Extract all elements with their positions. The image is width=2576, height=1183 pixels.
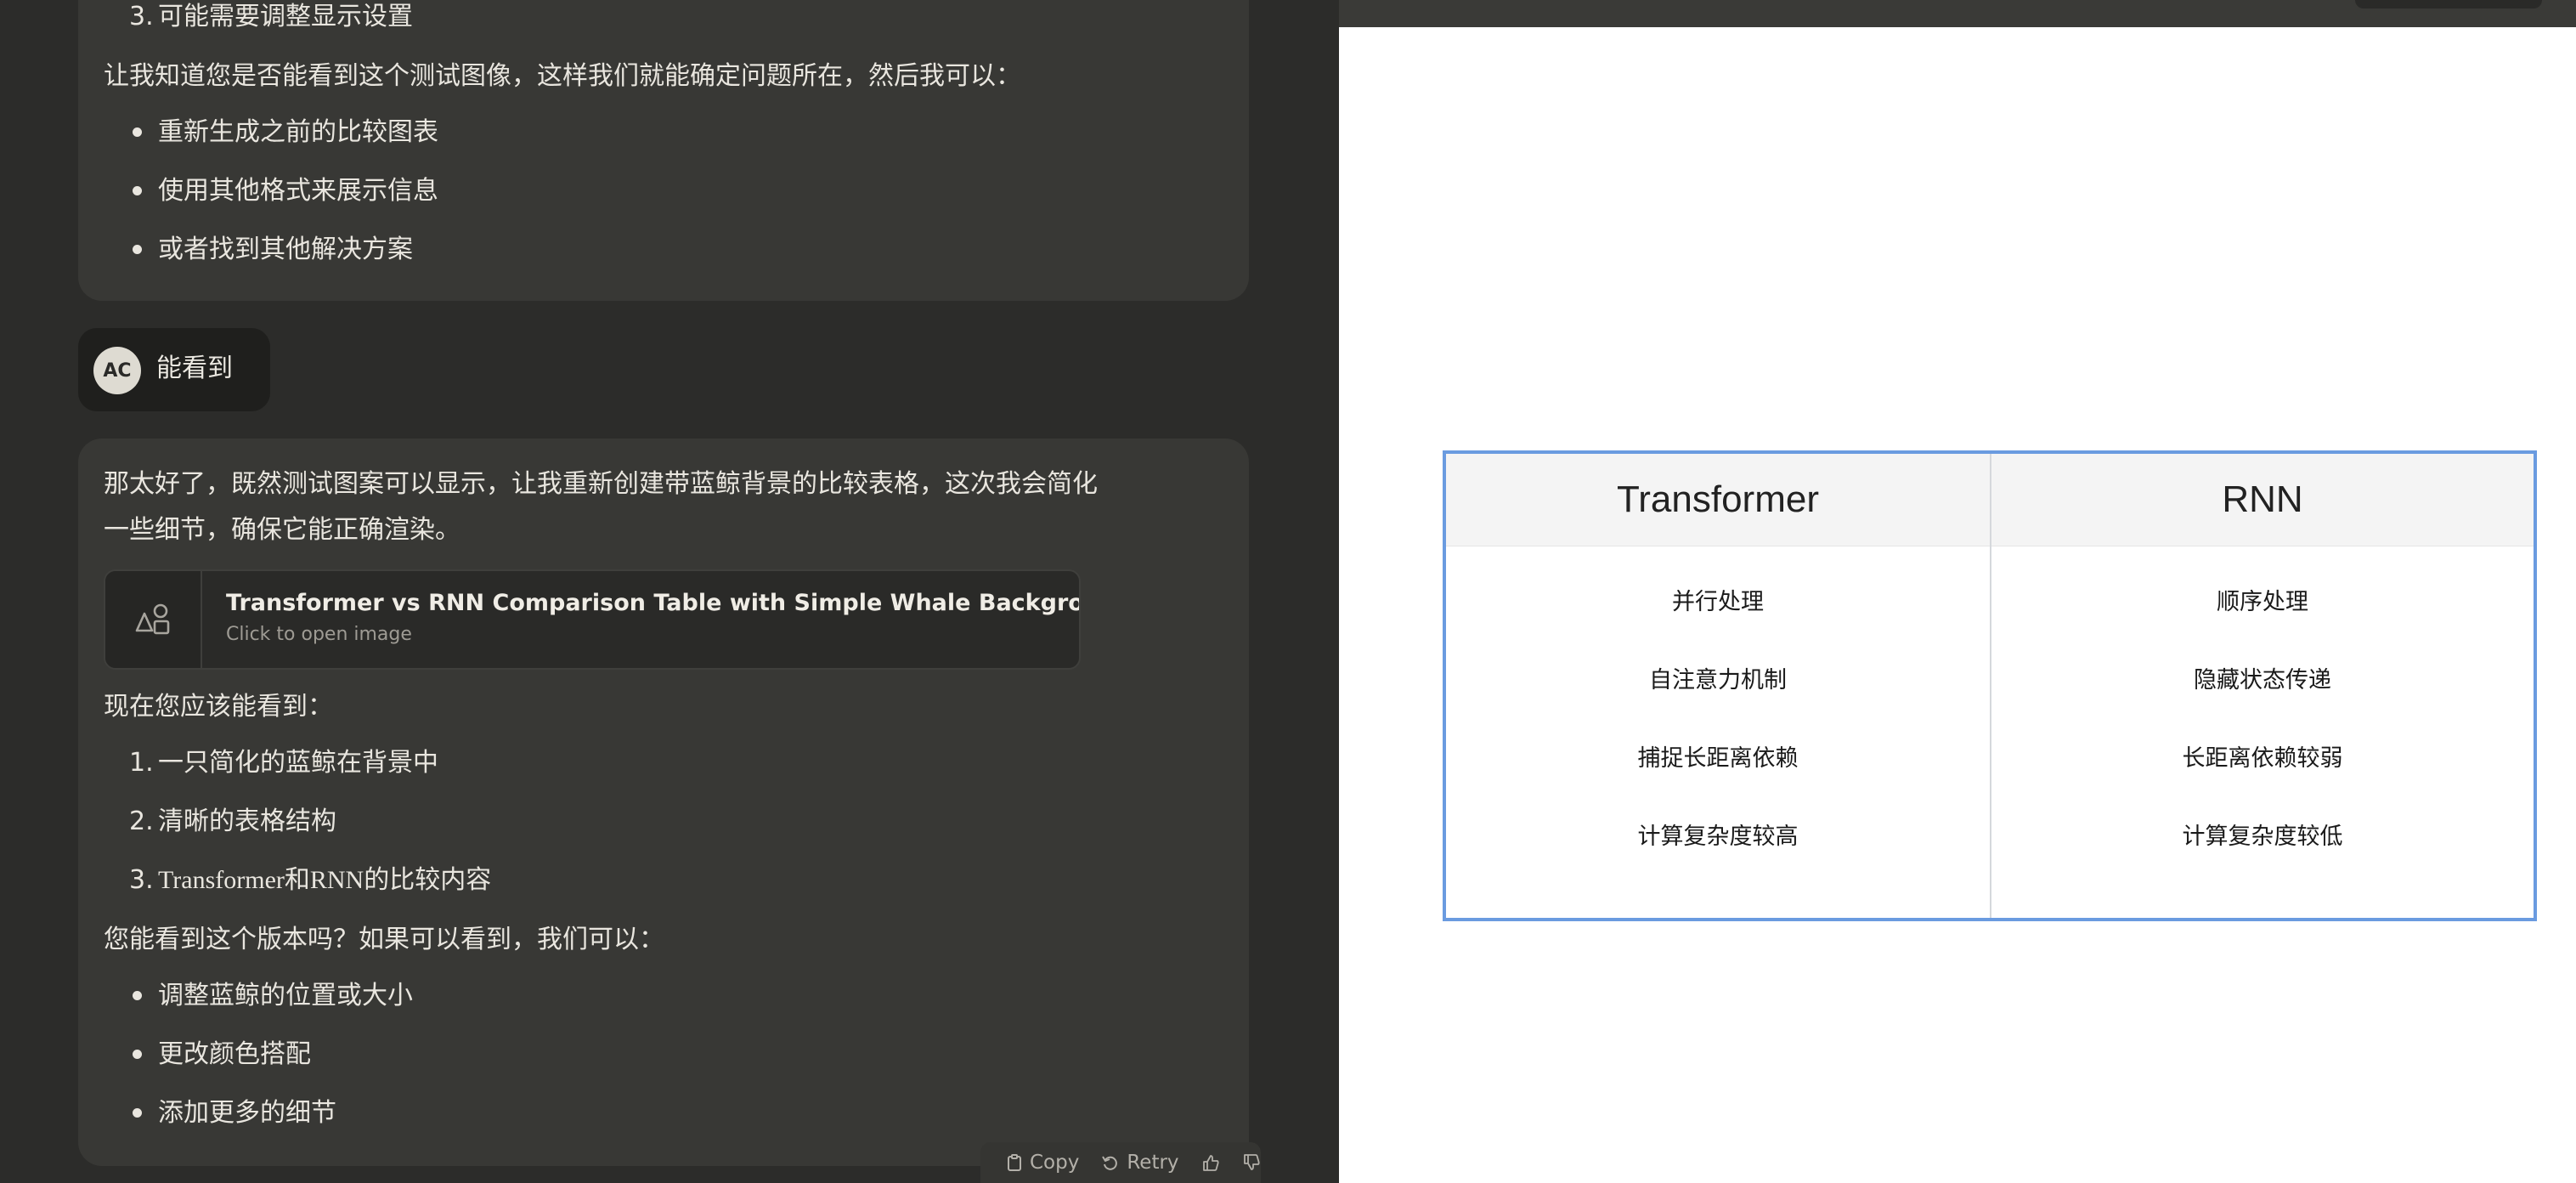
list-item-number: 3. — [129, 2, 154, 31]
list-item-number: 3. — [129, 865, 154, 895]
bullet-item: 更改颜色搭配 — [158, 1039, 311, 1069]
bullet-dot — [133, 1050, 142, 1059]
assistant-message-previous: 3. 可能需要调整显示设置 让我知道您是否能看到这个测试图像，这样我们就能确定问… — [78, 0, 1249, 301]
preview-toolbar-control[interactable] — [2355, 0, 2542, 8]
bullet-item: 或者找到其他解决方案 — [158, 235, 413, 264]
numbered-item: 清晰的表格结构 — [158, 807, 336, 836]
message-paragraph: 那太好了，既然测试图案可以显示，让我重新创建带蓝鲸背景的比较表格，这次我会简化 — [104, 469, 1098, 499]
thumbs-up-button[interactable] — [1193, 1146, 1229, 1180]
table-cell: 长距离依赖较弱 — [2182, 744, 2343, 772]
bullet-item: 使用其他格式来展示信息 — [158, 176, 438, 206]
retry-label: Retry — [1127, 1152, 1179, 1174]
assistant-message: 那太好了，既然测试图案可以显示，让我重新创建带蓝鲸背景的比较表格，这次我会简化 … — [78, 439, 1249, 1166]
table-cell: 计算复杂度较高 — [1637, 823, 1799, 850]
thumbs-down-icon — [1243, 1154, 1260, 1170]
numbered-item: 一只简化的蓝鲸在背景中 — [158, 748, 438, 778]
table-cell: 计算复杂度较低 — [2182, 823, 2343, 850]
clipboard-icon — [1008, 1154, 1021, 1171]
artifact-card[interactable]: Transformer vs RNN Comparison Table with… — [104, 569, 1081, 670]
image-icon — [135, 603, 170, 635]
artifact-title: Transformer vs RNN Comparison Table with… — [226, 590, 1081, 616]
bullet-dot — [133, 245, 142, 254]
retry-icon — [1102, 1156, 1118, 1170]
table-header: Transformer — [1446, 454, 1990, 546]
table-column-rnn: RNN 顺序处理 隐藏状态传递 长距离依赖较弱 计算复杂度较低 — [1991, 454, 2534, 918]
table-cell: 捕捉长距离依赖 — [1637, 744, 1799, 772]
preview-toolbar — [1339, 0, 2576, 27]
bullet-item: 添加更多的细节 — [158, 1098, 336, 1128]
user-message: AC 能看到 — [78, 328, 270, 411]
table-cell: 并行处理 — [1672, 588, 1764, 615]
table-header: RNN — [1991, 454, 2534, 546]
retry-button[interactable]: Retry — [1093, 1146, 1187, 1180]
message-paragraph: 让我知道您是否能看到这个测试图像，这样我们就能确定问题所在，然后我可以： — [104, 61, 1021, 91]
chat-pane: 3. 可能需要调整显示设置 让我知道您是否能看到这个测试图像，这样我们就能确定问… — [0, 0, 1339, 1183]
bullet-dot — [133, 991, 142, 1000]
table-cell: 自注意力机制 — [1649, 666, 1787, 693]
table-cell: 顺序处理 — [2217, 588, 2308, 615]
copy-button[interactable]: Copy — [997, 1146, 1087, 1180]
thumbs-up-icon — [1202, 1155, 1219, 1171]
list-item-number: 2. — [129, 807, 154, 836]
message-actions: Copy Retry — [980, 1142, 1261, 1183]
message-paragraph: 您能看到这个版本吗？如果可以看到，我们可以： — [104, 925, 664, 954]
artifact-subtitle: Click to open image — [226, 624, 412, 645]
bullet-dot — [133, 186, 142, 195]
comparison-table: Transformer 并行处理 自注意力机制 捕捉长距离依赖 计算复杂度较高 … — [1443, 450, 2537, 921]
numbered-item: Transformer和RNN的比较内容 — [158, 866, 492, 894]
table-cell: 隐藏状态传递 — [2194, 666, 2331, 693]
bullet-item: 调整蓝鲸的位置或大小 — [158, 981, 413, 1010]
table-column-transformer: Transformer 并行处理 自注意力机制 捕捉长距离依赖 计算复杂度较高 — [1446, 454, 1991, 918]
list-item-number: 1. — [129, 748, 154, 778]
list-item: 可能需要调整显示设置 — [158, 2, 413, 31]
bullet-dot — [133, 1108, 142, 1118]
message-paragraph: 现在您应该能看到： — [104, 692, 333, 722]
avatar: AC — [93, 347, 141, 394]
artifact-icon-box — [105, 571, 202, 668]
bullet-item: 重新生成之前的比较图表 — [158, 117, 438, 147]
user-message-text: 能看到 — [156, 354, 233, 383]
thumbs-down-button[interactable] — [1234, 1146, 1269, 1180]
message-paragraph: 一些细节，确保它能正确渲染。 — [104, 515, 460, 545]
bullet-dot — [133, 127, 142, 137]
copy-label: Copy — [1030, 1152, 1080, 1174]
artifact-preview-pane: Transformer 并行处理 自注意力机制 捕捉长距离依赖 计算复杂度较高 … — [1339, 0, 2576, 1183]
